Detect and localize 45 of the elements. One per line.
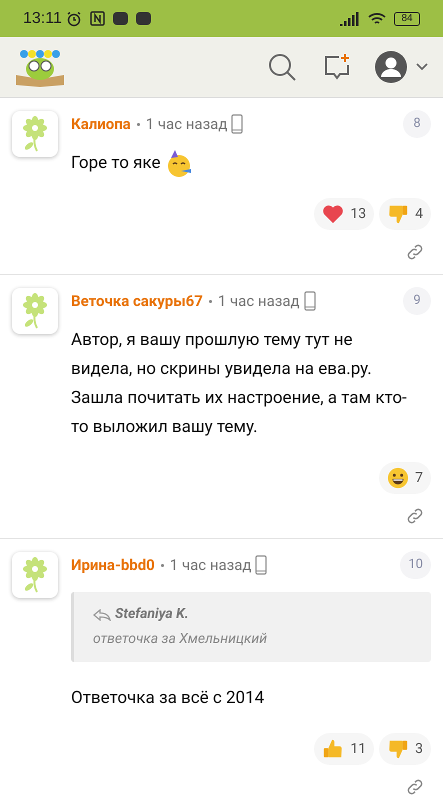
thumbs-up-icon	[322, 738, 344, 760]
comment-number[interactable]: 8	[403, 110, 431, 138]
reaction-button[interactable]: 4	[379, 198, 431, 230]
comment-number[interactable]: 10	[400, 551, 431, 579]
thumbs-down-icon	[387, 738, 410, 760]
author-name[interactable]: Веточка сакуры67	[71, 290, 203, 312]
reaction-button[interactable]: 13	[314, 198, 374, 230]
comment-number[interactable]: 9	[403, 287, 431, 315]
reaction-button[interactable]: 3	[379, 733, 431, 765]
clock-time: 13:11	[23, 8, 62, 28]
post-time: 1 час назад	[218, 290, 300, 312]
comment-text: Автор, я вашу прошлую тему тут не видела, но скрины увидела на ева.ру. Зашла почитать их настроение, а там кто-то выложил вашу тему.	[71, 329, 408, 439]
quote-text: ответочка за Хмельницкий	[93, 630, 268, 649]
new-message-icon[interactable]	[323, 53, 351, 81]
phone-icon	[304, 291, 316, 311]
wifi-icon	[368, 12, 386, 26]
flower-avatar-icon	[20, 557, 50, 593]
phone-icon	[231, 114, 244, 134]
reaction-button[interactable]: 11	[314, 733, 374, 765]
smiling-face-icon	[387, 467, 410, 489]
avatar-icon[interactable]	[375, 51, 407, 83]
quote-author[interactable]: Stefaniya K.	[115, 604, 189, 625]
chevron-down-icon[interactable]	[415, 62, 429, 72]
logo-icon	[14, 47, 66, 87]
flower-avatar-icon	[20, 116, 50, 152]
flower-avatar-icon	[20, 293, 50, 329]
battery-indicator: 84	[394, 12, 420, 26]
author-name[interactable]: Калиопа	[71, 112, 131, 136]
reaction-button[interactable]: 7	[379, 462, 431, 494]
comment-text: Ответочка за всё с 2014	[71, 687, 266, 710]
heart-icon	[322, 204, 344, 224]
signal-icon	[340, 12, 360, 26]
link-icon[interactable]	[405, 242, 425, 262]
author-name[interactable]: Ирина-bbd0	[71, 554, 155, 576]
nfc-icon	[90, 11, 105, 26]
reply-arrow-icon	[93, 608, 111, 620]
search-icon[interactable]	[267, 52, 297, 82]
phone-icon	[255, 555, 268, 575]
thumbs-down-icon	[387, 203, 410, 225]
link-icon[interactable]	[405, 777, 425, 797]
post-time: 1 час назад	[146, 114, 228, 135]
link-icon[interactable]	[405, 506, 425, 526]
alarm-icon	[66, 10, 82, 26]
comment-text: Горе то яке	[71, 149, 431, 178]
post-time: 1 час назад	[170, 554, 252, 576]
